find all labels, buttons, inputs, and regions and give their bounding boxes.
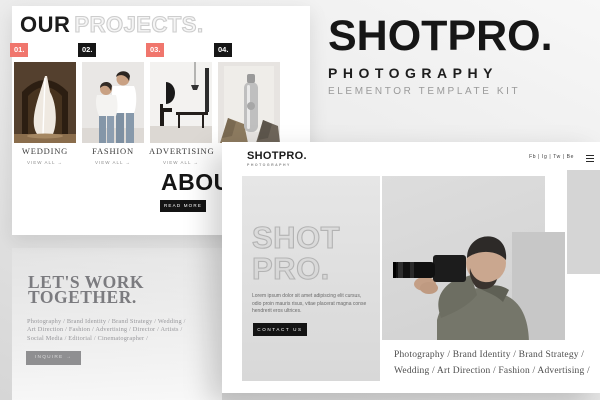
card-label: WEDDING xyxy=(13,146,77,156)
card-label: FASHION xyxy=(81,146,145,156)
category-links-line[interactable]: Photography / Brand Identity / Brand Str… xyxy=(394,348,600,364)
arrow-right-icon: → xyxy=(58,160,64,165)
arrow-right-icon: → xyxy=(194,160,200,165)
work-together-panel: LET'S WORK TOGETHER. Photography / Brand… xyxy=(12,248,222,400)
brand-subtitle: PHOTOGRAPHY xyxy=(328,65,553,81)
read-more-button[interactable]: READ MORE → xyxy=(160,200,206,212)
projects-heading-solid: OUR xyxy=(20,12,70,37)
project-card-wedding[interactable]: 01. WEDDING VIEW ALL → xyxy=(13,43,77,188)
hero-paragraph: Lorem ipsum dolor sit amet adipiscing el… xyxy=(252,293,366,316)
mockup-logo-subtext: PHOTOGRAPHY xyxy=(247,163,307,167)
photographer-image xyxy=(385,218,545,345)
category-links-line[interactable]: Wedding / Art Direction / Fashion / Adve… xyxy=(394,364,600,380)
menu-icon[interactable] xyxy=(586,155,594,164)
work-tags-line: Social Media / Editorial / Cinematograph… xyxy=(27,335,186,343)
template-kit-preview: OURPROJECTS. 01. WEDDING VIEW ALL → xyxy=(0,0,600,400)
category-links-box: Photography / Brand Identity / Brand Str… xyxy=(382,340,600,386)
arrow-right-icon: → xyxy=(66,355,72,360)
contact-us-button[interactable]: CONTACT US xyxy=(253,323,307,336)
project-card-fashion[interactable]: 02. FASHION VIEW ALL → xyxy=(81,43,145,188)
social-links[interactable]: Fb | Ig | Tw | Be xyxy=(529,154,574,160)
arrow-right-icon: → xyxy=(126,160,132,165)
card-number-badge: 02. xyxy=(78,43,96,57)
view-all-link[interactable]: VIEW ALL → xyxy=(81,160,145,165)
arrow-right-icon: → xyxy=(180,215,186,220)
product-photo[interactable] xyxy=(218,62,280,143)
card-label: ADVERTISING xyxy=(149,146,213,156)
work-tags[interactable]: Photography / Brand Identity / Brand Str… xyxy=(27,318,186,343)
card-number-badge: 01. xyxy=(10,43,28,57)
projects-heading: OURPROJECTS. xyxy=(20,12,204,38)
hero-outline-title: SHOT PRO. xyxy=(252,222,340,284)
advertising-photo[interactable] xyxy=(150,62,212,143)
view-all-link[interactable]: VIEW ALL → xyxy=(149,160,213,165)
mockup-logo-text: SHOTPRO. xyxy=(247,150,307,162)
work-tags-line: Art Direction / Fashion / Advertising / … xyxy=(27,326,186,334)
branding-block: SHOTPRO. PHOTOGRAPHY ELEMENTOR TEMPLATE … xyxy=(328,14,553,97)
website-mockup: SHOTPRO. PHOTOGRAPHY Fb | Ig | Tw | Be S… xyxy=(222,142,600,393)
work-heading: LET'S WORK TOGETHER. xyxy=(28,275,144,305)
decor-gray-block-right xyxy=(567,170,600,274)
project-card-advertising[interactable]: 03. ADVERTISING VIEW ALL → xyxy=(149,43,213,188)
work-tags-line: Photography / Brand Identity / Brand Str… xyxy=(27,318,186,326)
mockup-logo[interactable]: SHOTPRO. PHOTOGRAPHY xyxy=(247,150,307,167)
fashion-photo[interactable] xyxy=(82,62,144,143)
view-all-link[interactable]: VIEW ALL → xyxy=(13,160,77,165)
projects-heading-outline: PROJECTS. xyxy=(74,12,203,37)
card-number-badge: 04. xyxy=(214,43,232,57)
wedding-photo[interactable] xyxy=(14,62,76,143)
card-number-badge: 03. xyxy=(146,43,164,57)
brand-title: SHOTPRO. xyxy=(328,14,553,58)
inquire-button[interactable]: INQUIRE → xyxy=(26,351,81,365)
brand-tagline: ELEMENTOR TEMPLATE KIT xyxy=(328,86,553,97)
work-heading-line2: TOGETHER. xyxy=(28,290,144,305)
hero-panel: SHOT PRO. Lorem ipsum dolor sit amet adi… xyxy=(242,176,380,381)
